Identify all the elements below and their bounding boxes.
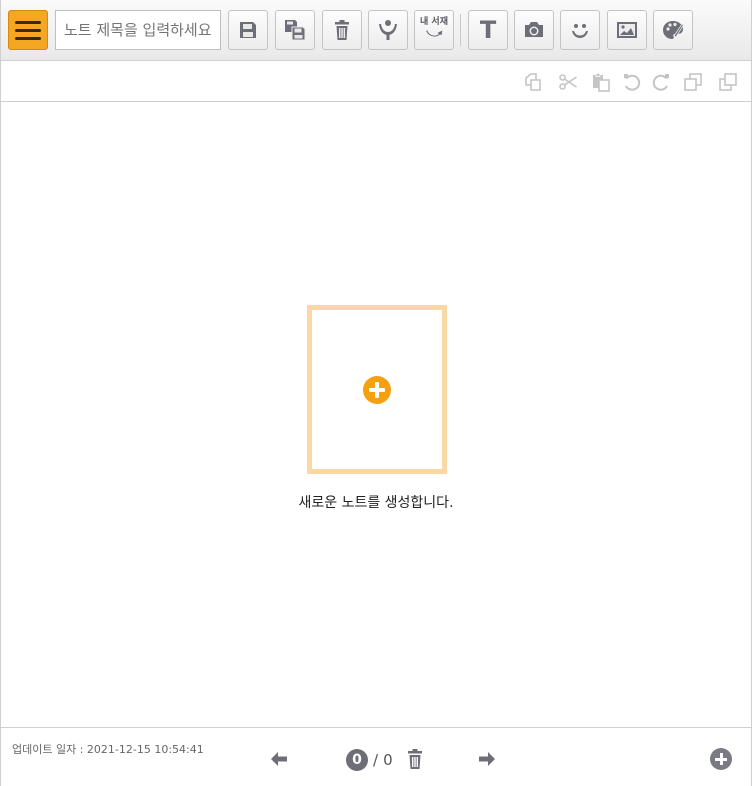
text-tool-button[interactable]: T bbox=[468, 10, 508, 50]
camera-icon bbox=[525, 22, 543, 37]
total-pages: 0 bbox=[383, 751, 393, 769]
edit-toolbar bbox=[1, 62, 751, 102]
delete-button[interactable] bbox=[322, 10, 362, 50]
share-button[interactable] bbox=[368, 10, 408, 50]
top-toolbar: 내 서재 T bbox=[1, 0, 751, 61]
text-icon: T bbox=[479, 16, 497, 44]
bring-front-icon bbox=[684, 73, 702, 91]
undo-button[interactable] bbox=[621, 71, 643, 93]
share-icon bbox=[379, 20, 397, 40]
note-canvas: 새로운 노트를 생성합니다. bbox=[1, 103, 751, 727]
redo-button[interactable] bbox=[650, 71, 672, 93]
save-as-button[interactable] bbox=[275, 10, 315, 50]
add-note-icon bbox=[363, 375, 391, 404]
copy-button[interactable] bbox=[522, 71, 544, 93]
sticker-button[interactable] bbox=[560, 10, 600, 50]
new-note-card[interactable] bbox=[307, 305, 447, 474]
copy-icon bbox=[525, 73, 541, 91]
new-note-label: 새로운 노트를 생성합니다. bbox=[298, 495, 454, 511]
page-separator: / bbox=[373, 751, 379, 769]
redo-icon bbox=[652, 74, 669, 91]
image-button[interactable] bbox=[607, 10, 647, 50]
cut-button[interactable] bbox=[557, 71, 579, 93]
trash-icon bbox=[335, 20, 349, 40]
paste-button[interactable] bbox=[590, 71, 612, 93]
arrow-left-icon bbox=[271, 752, 287, 766]
bring-to-front-button[interactable] bbox=[682, 71, 704, 93]
page-counter: 0 / 0 bbox=[346, 749, 393, 771]
save-button[interactable] bbox=[228, 10, 268, 50]
send-back-icon bbox=[719, 73, 737, 91]
app-frame: 내 서재 T bbox=[0, 0, 752, 786]
prev-page-button[interactable] bbox=[268, 748, 290, 770]
footer-bar: 업데이트 일자 : 2021-12-15 10:54:41 0 / 0 bbox=[1, 727, 751, 786]
palette-icon bbox=[663, 21, 685, 39]
menu-button[interactable] bbox=[8, 10, 48, 50]
sticker-icon bbox=[572, 24, 588, 38]
image-icon bbox=[617, 22, 637, 38]
add-page-button[interactable] bbox=[710, 748, 732, 770]
arrow-right-icon bbox=[479, 752, 495, 766]
my-library-label: 내 서재 bbox=[420, 17, 448, 27]
camera-button[interactable] bbox=[514, 10, 554, 50]
send-to-back-button[interactable] bbox=[717, 71, 739, 93]
updated-timestamp: 업데이트 일자 : 2021-12-15 10:54:41 bbox=[12, 743, 204, 756]
my-library-button[interactable]: 내 서재 bbox=[414, 10, 454, 50]
my-library-icon bbox=[426, 30, 443, 37]
toolbar-separator bbox=[460, 14, 461, 46]
paste-icon bbox=[593, 73, 610, 92]
next-page-button[interactable] bbox=[476, 748, 498, 770]
save-as-icon bbox=[285, 20, 306, 41]
menu-icon bbox=[15, 20, 41, 24]
save-icon bbox=[240, 22, 256, 38]
note-title-input[interactable] bbox=[55, 10, 221, 50]
trash-icon bbox=[408, 749, 422, 769]
palette-button[interactable] bbox=[653, 10, 693, 50]
undo-icon bbox=[624, 74, 641, 91]
delete-page-button[interactable] bbox=[405, 748, 425, 770]
cut-icon bbox=[559, 74, 577, 90]
current-page: 0 bbox=[346, 749, 368, 771]
